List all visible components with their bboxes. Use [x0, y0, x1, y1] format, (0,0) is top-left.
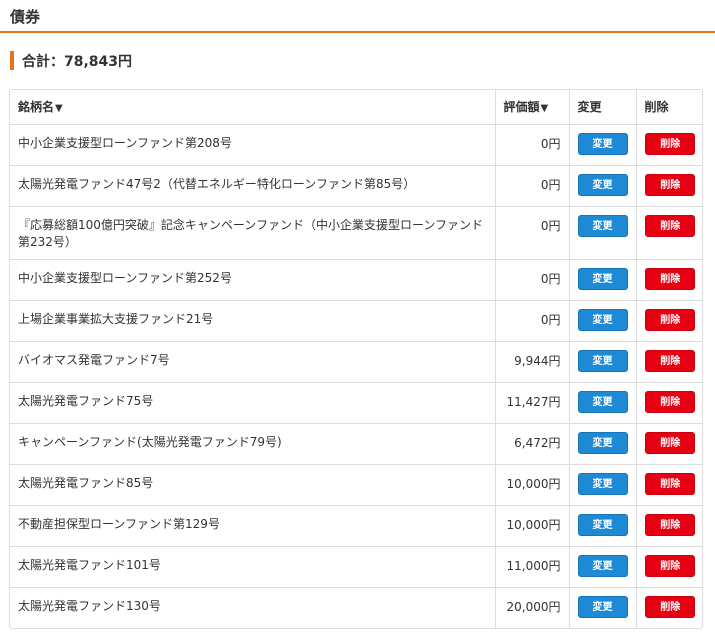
fund-name: キャンペーンファンド(太陽光発電ファンド79号) — [10, 423, 496, 465]
header-delete: 削除 — [636, 90, 702, 125]
section-divider — [0, 31, 715, 33]
section-title: 債券 — [10, 8, 41, 26]
change-button[interactable]: 変更 — [577, 214, 628, 237]
change-button[interactable]: 変更 — [577, 513, 628, 536]
fund-amount: 0円 — [495, 259, 570, 301]
change-button[interactable]: 変更 — [577, 554, 628, 577]
table-row: 『応募総額100億円突破』記念キャンペーンファンド（中小企業支援型ローンファンド… — [10, 206, 702, 260]
header-name-label: 銘柄名 — [18, 100, 55, 115]
header-name[interactable]: 銘柄名▼ — [10, 90, 496, 125]
fund-amount: 0円 — [495, 206, 570, 260]
change-button[interactable]: 変更 — [577, 472, 628, 495]
delete-cell: 削除 — [636, 423, 702, 465]
fund-name: 上場企業事業拡大支援ファンド21号 — [10, 300, 496, 342]
change-button[interactable]: 変更 — [577, 132, 628, 155]
delete-cell: 削除 — [636, 206, 702, 260]
delete-button[interactable]: 削除 — [645, 132, 696, 155]
change-button[interactable]: 変更 — [577, 390, 628, 413]
fund-name: 太陽光発電ファンド130号 — [10, 587, 496, 628]
table-row: 上場企業事業拡大支援ファンド21号 0円 変更 削除 — [10, 300, 702, 342]
table-row: 太陽光発電ファンド85号 10,000円 変更 削除 — [10, 464, 702, 506]
total-text: 合計：78,843円 — [22, 53, 133, 70]
change-cell: 変更 — [569, 382, 637, 424]
change-cell: 変更 — [569, 341, 637, 383]
delete-button[interactable]: 削除 — [645, 267, 696, 290]
table-row: 中小企業支援型ローンファンド第208号 0円 変更 削除 — [10, 124, 702, 166]
change-button[interactable]: 変更 — [577, 349, 628, 372]
fund-amount: 20,000円 — [495, 587, 570, 628]
change-button[interactable]: 変更 — [577, 267, 628, 290]
delete-button[interactable]: 削除 — [645, 431, 696, 454]
delete-cell: 削除 — [636, 165, 702, 207]
change-cell: 変更 — [569, 206, 637, 260]
fund-amount: 10,000円 — [495, 464, 570, 506]
delete-cell: 削除 — [636, 505, 702, 547]
change-cell: 変更 — [569, 259, 637, 301]
change-cell: 変更 — [569, 300, 637, 342]
sort-down-icon[interactable]: ▼ — [541, 103, 549, 114]
delete-button[interactable]: 削除 — [645, 349, 696, 372]
fund-amount: 11,000円 — [495, 546, 570, 588]
table-row: 不動産担保型ローンファンド第129号 10,000円 変更 削除 — [10, 505, 702, 547]
table-row: 太陽光発電ファンド47号2（代替エネルギー特化ローンファンド第85号） 0円 変… — [10, 165, 702, 207]
change-cell: 変更 — [569, 464, 637, 506]
fund-amount: 0円 — [495, 300, 570, 342]
delete-cell: 削除 — [636, 546, 702, 588]
table-row: バイオマス発電ファンド7号 9,944円 変更 削除 — [10, 341, 702, 383]
fund-amount: 11,427円 — [495, 382, 570, 424]
delete-button[interactable]: 削除 — [645, 390, 696, 413]
change-button[interactable]: 変更 — [577, 308, 628, 331]
fund-name: 太陽光発電ファンド101号 — [10, 546, 496, 588]
header-amount[interactable]: 評価額▼ — [495, 90, 570, 125]
change-cell: 変更 — [569, 546, 637, 588]
change-cell: 変更 — [569, 124, 637, 166]
change-cell: 変更 — [569, 587, 637, 628]
fund-name: 中小企業支援型ローンファンド第208号 — [10, 124, 496, 166]
delete-cell: 削除 — [636, 382, 702, 424]
fund-name: 太陽光発電ファンド75号 — [10, 382, 496, 424]
total-accent-bar — [10, 51, 14, 70]
fund-name: バイオマス発電ファンド7号 — [10, 341, 496, 383]
sort-down-icon[interactable]: ▼ — [55, 103, 63, 114]
header-change: 変更 — [569, 90, 637, 125]
delete-cell: 削除 — [636, 300, 702, 342]
fund-amount: 9,944円 — [495, 341, 570, 383]
delete-cell: 削除 — [636, 341, 702, 383]
delete-button[interactable]: 削除 — [645, 513, 696, 536]
change-cell: 変更 — [569, 505, 637, 547]
fund-name: 太陽光発電ファンド85号 — [10, 464, 496, 506]
table-row: 中小企業支援型ローンファンド第252号 0円 変更 削除 — [10, 259, 702, 301]
change-cell: 変更 — [569, 423, 637, 465]
table-row: 太陽光発電ファンド130号 20,000円 変更 削除 — [10, 587, 702, 628]
fund-name: 中小企業支援型ローンファンド第252号 — [10, 259, 496, 301]
delete-cell: 削除 — [636, 124, 702, 166]
delete-button[interactable]: 削除 — [645, 554, 696, 577]
fund-name: 太陽光発電ファンド47号2（代替エネルギー特化ローンファンド第85号） — [10, 165, 496, 207]
delete-button[interactable]: 削除 — [645, 595, 696, 618]
delete-button[interactable]: 削除 — [645, 308, 696, 331]
change-cell: 変更 — [569, 165, 637, 207]
delete-cell: 削除 — [636, 259, 702, 301]
change-button[interactable]: 変更 — [577, 431, 628, 454]
fund-amount: 0円 — [495, 165, 570, 207]
fund-amount: 6,472円 — [495, 423, 570, 465]
table-row: キャンペーンファンド(太陽光発電ファンド79号) 6,472円 変更 削除 — [10, 423, 702, 465]
delete-button[interactable]: 削除 — [645, 214, 696, 237]
fund-amount: 0円 — [495, 124, 570, 166]
table-row: 太陽光発電ファンド75号 11,427円 変更 削除 — [10, 382, 702, 424]
total-summary: 合計：78,843円 — [10, 51, 132, 70]
table-row: 太陽光発電ファンド101号 11,000円 変更 削除 — [10, 546, 702, 588]
table-header-row: 銘柄名▼ 評価額▼ 変更 削除 — [10, 90, 702, 125]
delete-cell: 削除 — [636, 587, 702, 628]
delete-button[interactable]: 削除 — [645, 472, 696, 495]
header-amount-label: 評価額 — [503, 100, 540, 115]
bond-table: 銘柄名▼ 評価額▼ 変更 削除 中小企業支援型ローンファンド第208号 0円 変… — [9, 89, 703, 629]
fund-name: 『応募総額100億円突破』記念キャンペーンファンド（中小企業支援型ローンファンド… — [10, 206, 496, 260]
change-button[interactable]: 変更 — [577, 595, 628, 618]
delete-button[interactable]: 削除 — [645, 173, 696, 196]
change-button[interactable]: 変更 — [577, 173, 628, 196]
delete-cell: 削除 — [636, 464, 702, 506]
fund-amount: 10,000円 — [495, 505, 570, 547]
fund-name: 不動産担保型ローンファンド第129号 — [10, 505, 496, 547]
